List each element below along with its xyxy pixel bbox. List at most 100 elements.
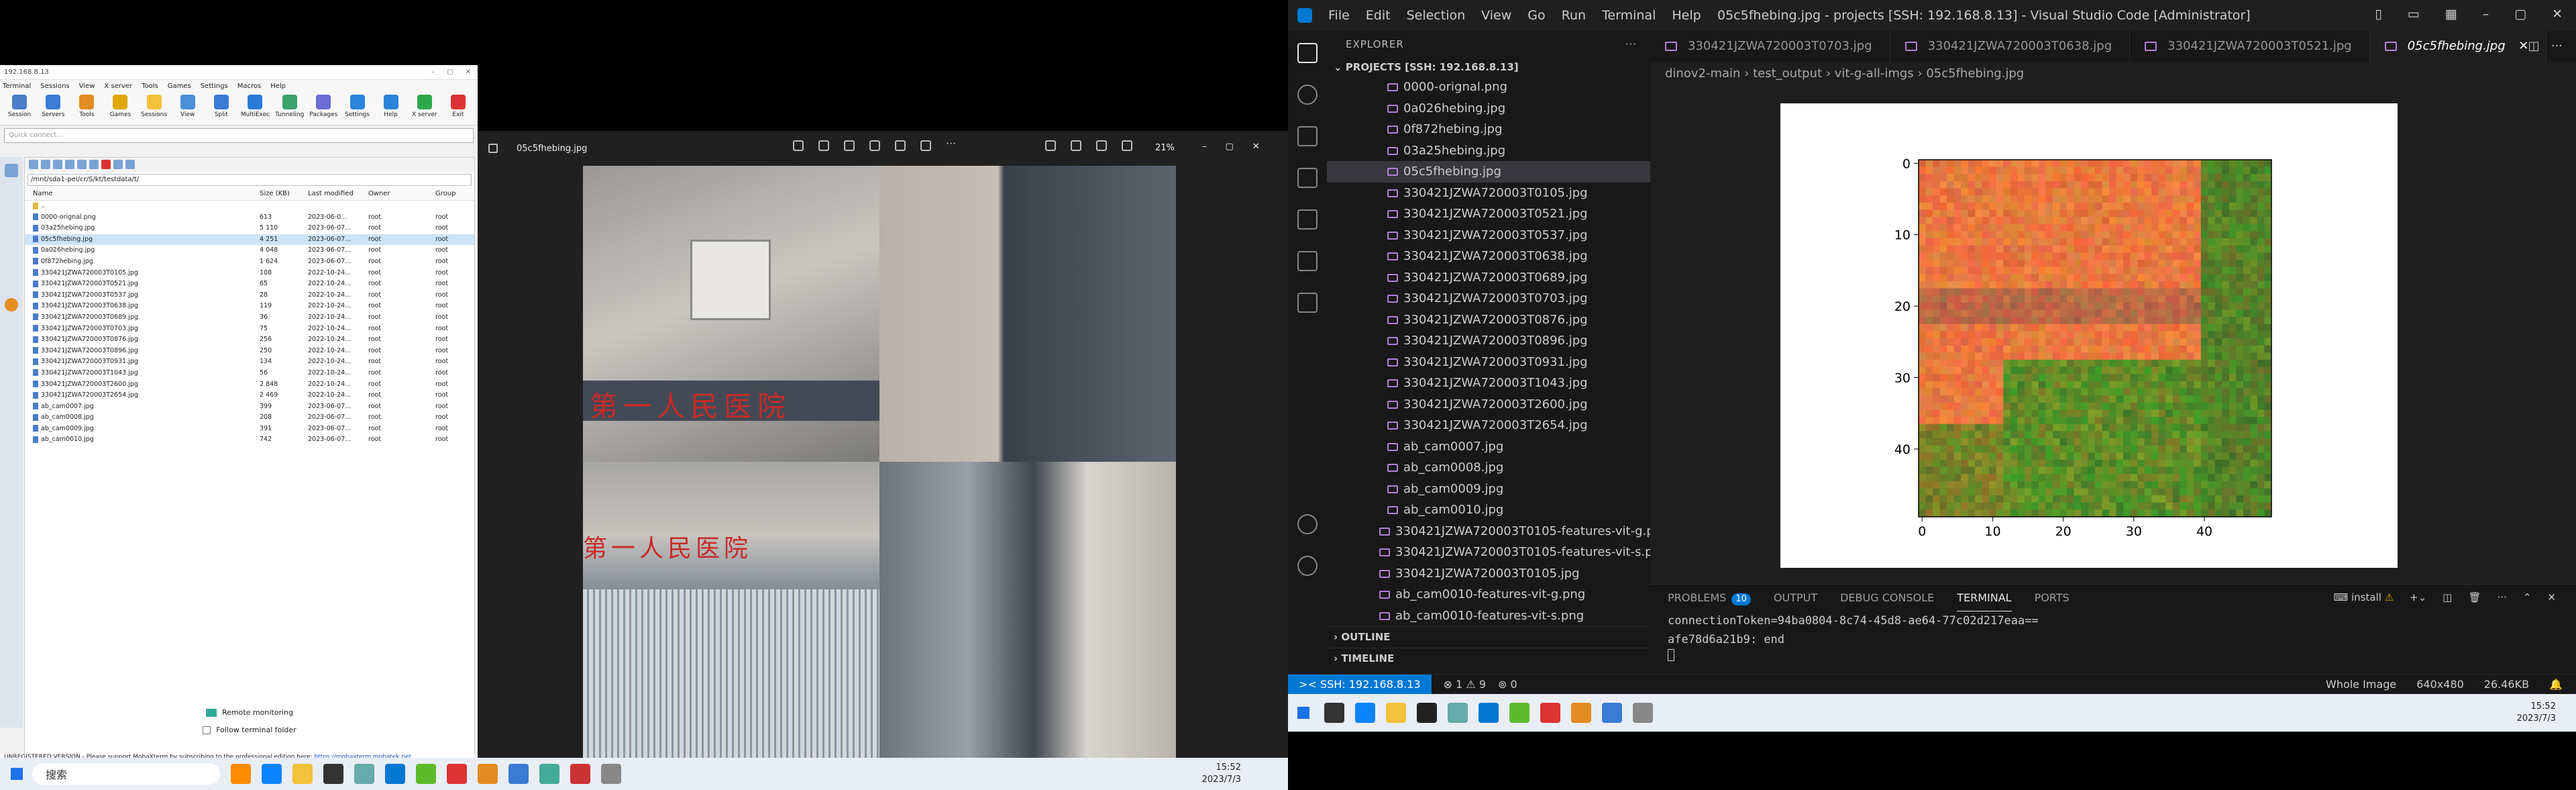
timeline-section[interactable]: › TIMELINE	[1327, 647, 1650, 669]
taskbar-app-icon[interactable]	[570, 764, 590, 784]
explorer-icon[interactable]	[292, 764, 313, 784]
tree-item[interactable]: 03a25hebing.jpg	[1327, 140, 1650, 162]
menu-item[interactable]: Run	[1562, 8, 1586, 23]
menu-item[interactable]: Tools	[142, 83, 158, 90]
panel-tab[interactable]: DEBUG CONSOLE	[1840, 585, 1934, 611]
quick-connect-input[interactable]: Quick connect...	[4, 128, 474, 143]
column-header[interactable]: Last modified	[308, 187, 368, 200]
settings-icon[interactable]	[601, 764, 621, 784]
testing-icon[interactable]	[1297, 293, 1318, 313]
terminal-icon[interactable]	[323, 764, 343, 784]
follow-terminal-folder[interactable]: Follow terminal folder	[24, 726, 475, 734]
tree-item[interactable]: 330421JZWA720003T0703.jpg	[1327, 288, 1650, 309]
fit-icon[interactable]	[1071, 140, 1081, 151]
breadcrumb-item[interactable]: dinov2-main	[1665, 66, 1740, 81]
file-row[interactable]: 0a026hebing.jpg 4 048 2023-06-07... root roo…	[25, 245, 474, 256]
taskbar-app-icon[interactable]	[416, 764, 436, 784]
new-folder-icon[interactable]	[89, 160, 99, 169]
maximize-icon[interactable]: ▢	[2514, 7, 2526, 21]
taskbar-app-icon[interactable]	[231, 764, 251, 784]
file-row[interactable]: 330421JZWA720003T0703.jpg 75 2022-10-24...…	[25, 324, 474, 335]
file-row[interactable]: 330421JZWA720003T2600.jpg 2 848 2022-10-24…	[25, 379, 474, 391]
tools-icon[interactable]	[5, 298, 18, 311]
column-header[interactable]: Group	[435, 187, 462, 200]
remote-explorer-icon[interactable]	[1297, 251, 1318, 271]
tree-item[interactable]: ab_cam0009.jpg	[1327, 479, 1650, 500]
taskbar-app-icon[interactable]	[1448, 703, 1468, 723]
settings-icon[interactable]	[1633, 703, 1653, 723]
file-row[interactable]: 330421JZWA720003T0105.jpg 108 2022-10-24..…	[25, 268, 474, 279]
editor-tab[interactable]: 330421JZWA720003T0638.jpg	[1890, 31, 2131, 62]
terminal-output[interactable]: connectionToken=94ba0804-8c74-45d8-ae64-…	[1650, 611, 2576, 661]
toolbar-button[interactable]: Help	[377, 95, 405, 122]
minimize-icon[interactable]: –	[2483, 7, 2489, 21]
file-row[interactable]: ab_cam0007.jpg 399 2023-06-07... root root	[25, 401, 474, 413]
close-icon[interactable]: ✕	[466, 68, 471, 76]
gallery-icon[interactable]	[488, 144, 498, 153]
taskbar-app-icon[interactable]	[1509, 703, 1529, 723]
kill-terminal-icon[interactable]: 🗑	[2468, 591, 2481, 603]
trash-icon[interactable]	[844, 140, 855, 151]
layout-sidebar-icon[interactable]: ▯	[2375, 7, 2381, 21]
layout-customize-icon[interactable]: ▦	[2445, 7, 2457, 21]
menu-item[interactable]: Games	[168, 83, 191, 90]
maximize-icon[interactable]: ▢	[447, 68, 453, 76]
mobaxterm-icon[interactable]	[1571, 703, 1591, 723]
tree-item[interactable]: 330421JZWA720003T0105-features-vit-g.png	[1327, 521, 1669, 542]
panel-tab[interactable]: PORTS	[2035, 585, 2070, 611]
file-row[interactable]: ab_cam0010.jpg 742 2023-06-07... root root	[25, 434, 474, 446]
menu-item[interactable]: View	[79, 83, 95, 90]
minimize-icon[interactable]: –	[431, 68, 435, 76]
new-terminal-icon[interactable]: +⌄	[2410, 591, 2426, 603]
panel-tab[interactable]: TERMINAL	[1957, 585, 2012, 611]
tree-item[interactable]: 330421JZWA720003T0896.jpg	[1327, 330, 1650, 352]
taskbar-search[interactable]: 搜索	[32, 763, 220, 785]
tree-item[interactable]: ab_cam0010.jpg	[1327, 499, 1650, 521]
toolbar-button[interactable]: X server	[411, 95, 439, 122]
taskbar-app-icon[interactable]	[1540, 703, 1560, 723]
menu-item[interactable]: Go	[1527, 8, 1545, 23]
menu-item[interactable]: File	[1328, 8, 1350, 23]
left-clock[interactable]: 15:52 2023/7/3	[1202, 762, 1288, 786]
toolbar-button[interactable]: Packages	[309, 95, 337, 122]
tree-item[interactable]: ab_cam0007.jpg	[1327, 436, 1650, 458]
photos-icon[interactable]	[508, 764, 529, 784]
tree-item[interactable]: 330421JZWA720003T0105.jpg	[1327, 563, 1650, 585]
menu-item[interactable]: Help	[1672, 8, 1701, 23]
close-panel-icon[interactable]: ✕	[2547, 591, 2556, 603]
permissions-icon[interactable]	[113, 160, 123, 169]
toolbar-button[interactable]: View	[174, 95, 202, 122]
breadcrumb-item[interactable]: test_output	[1753, 66, 1822, 81]
toolbar-button[interactable]: MultiExec	[241, 95, 270, 122]
tree-item[interactable]: 330421JZWA720003T0105-features-vit-s.png	[1327, 542, 1668, 563]
edge-icon[interactable]	[262, 764, 282, 784]
project-folder-header[interactable]: ⌄ PROJECTS [SSH: 192.168.8.13]	[1327, 58, 1650, 77]
refresh-icon[interactable]	[65, 160, 74, 169]
toolbar-button[interactable]: Tunneling	[275, 95, 304, 122]
file-row[interactable]: 330421JZWA720003T2654.jpg 2 469 2022-10-24…	[25, 390, 474, 401]
new-file-icon[interactable]	[77, 160, 87, 169]
taskbar-app-icon[interactable]	[447, 764, 467, 784]
explorer-icon[interactable]	[1297, 43, 1318, 63]
manage-gear-icon[interactable]	[1297, 556, 1318, 576]
account-icon[interactable]	[1297, 514, 1318, 534]
editor-tab[interactable]: 330421JZWA720003T0703.jpg	[1650, 31, 1890, 62]
maximize-panel-icon[interactable]: ⌃	[2523, 591, 2532, 603]
tree-item[interactable]: ab_cam0008.jpg	[1327, 457, 1650, 479]
tree-item[interactable]: 330421JZWA720003T0521.jpg	[1327, 203, 1650, 225]
zoom-in-icon[interactable]	[1122, 140, 1132, 151]
editor-tab[interactable]: 05c5fhebing.jpg ✕	[2369, 31, 2547, 62]
mobaxterm-titlebar[interactable]: 192.168.8.13 – ▢ ✕	[0, 65, 478, 80]
search-icon[interactable]	[1324, 703, 1344, 723]
terminal-task[interactable]: ⌨ install ⚠	[2334, 591, 2394, 603]
more-icon[interactable]: ···	[946, 138, 957, 151]
tree-item[interactable]: 05c5fhebing.jpg	[1327, 161, 1650, 183]
close-tab-icon[interactable]: ✕	[2515, 39, 2528, 53]
menu-item[interactable]: Sessions	[40, 83, 69, 90]
column-header[interactable]: Name	[25, 187, 260, 200]
edge-icon[interactable]	[1355, 703, 1375, 723]
file-row[interactable]: 0f872hebing.jpg 1 624 2023-06-07... root roo…	[25, 256, 474, 268]
toolbar-button[interactable]: Sessions	[140, 95, 168, 122]
toolbar-button[interactable]: Tools	[72, 95, 101, 122]
tree-item[interactable]: 330421JZWA720003T2654.jpg	[1327, 415, 1650, 436]
